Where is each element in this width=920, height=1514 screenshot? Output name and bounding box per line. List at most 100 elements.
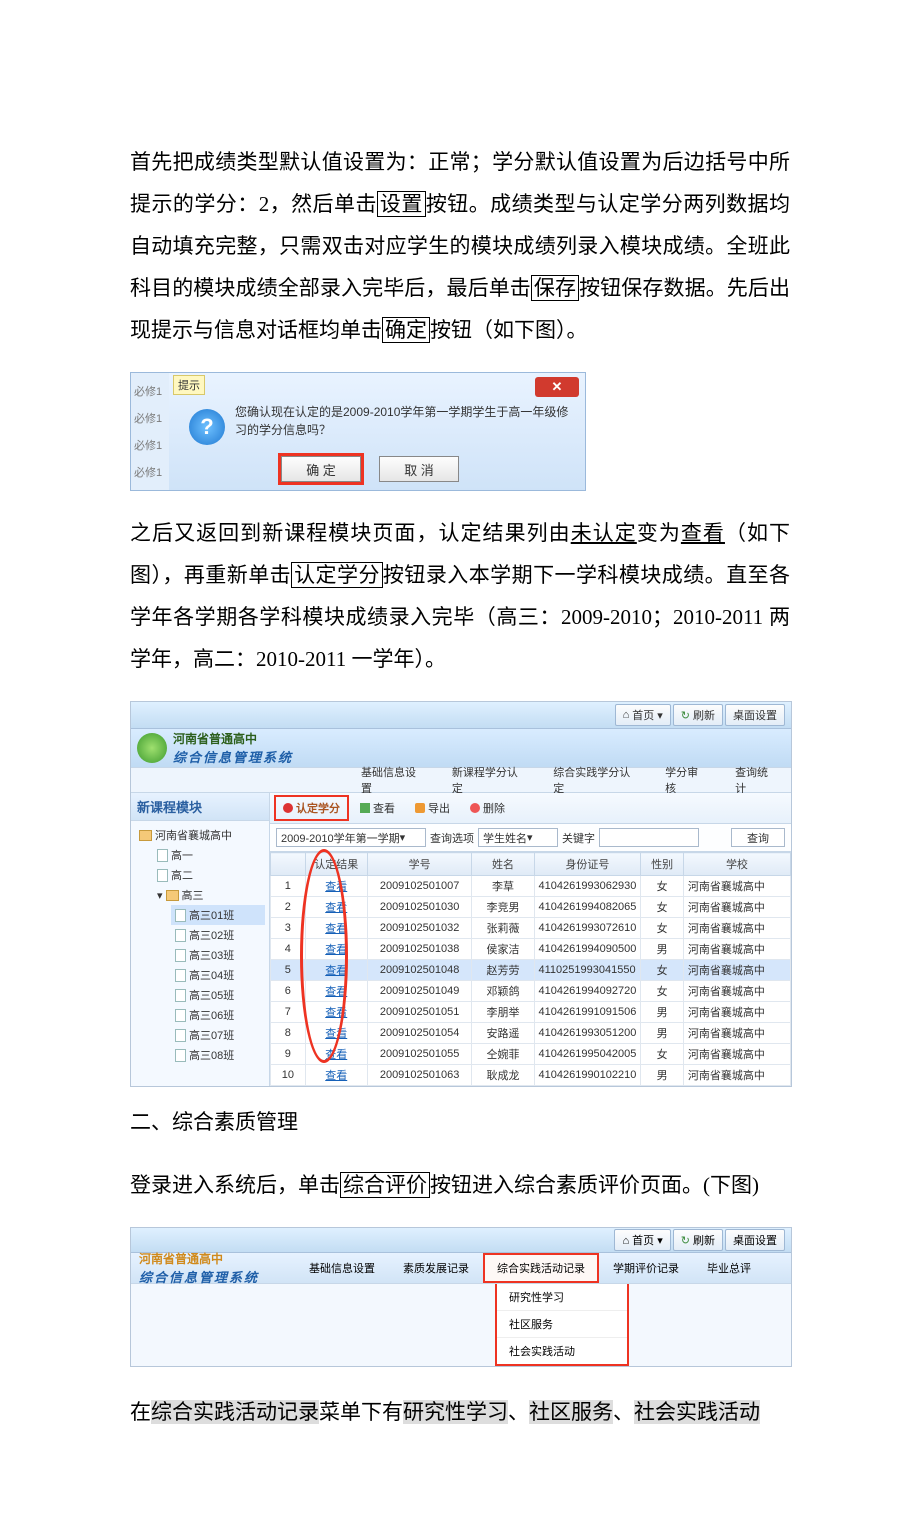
brand-line2: 综合信息管理系统: [173, 747, 293, 766]
btn-ref-ok: 确定: [382, 317, 430, 343]
refresh-icon: ↻: [681, 709, 690, 722]
export-button[interactable]: 导出: [408, 797, 457, 819]
brand-line2: 综合信息管理系统: [139, 1267, 259, 1286]
screenshot-menu-dropdown: ⌂ 首页 ▾ ↻ 刷新 桌面设置 河南省普通高中 综合信息管理系统 基础信息设置…: [130, 1227, 792, 1367]
rending-button[interactable]: 认定学分: [276, 797, 347, 819]
tree-node[interactable]: 高一: [153, 845, 265, 865]
view-button[interactable]: 查看: [353, 797, 402, 819]
dropdown-menu: 研究性学习 社区服务 社会实践活动: [495, 1284, 629, 1366]
section-heading: 二、综合素质管理: [130, 1101, 790, 1143]
btn-ref-rending: 认定学分: [291, 562, 383, 588]
table-row[interactable]: 6查看2009102501049邓颖鸽4104261994092720女河南省襄…: [271, 981, 791, 1002]
table-row[interactable]: 9查看2009102501055仝婉菲4104261995042005女河南省襄…: [271, 1044, 791, 1065]
view-link: 查看: [325, 923, 347, 935]
page-icon: [157, 849, 168, 862]
tree-root[interactable]: 河南省襄城高中: [135, 825, 265, 845]
view-link: 查看: [325, 1028, 347, 1040]
delete-icon: [470, 803, 480, 813]
table-row[interactable]: 7查看2009102501051李朋举4104261991091506男河南省襄…: [271, 1002, 791, 1023]
page-icon: [175, 1049, 186, 1062]
refresh-button[interactable]: ↻刷新: [673, 704, 723, 726]
refresh-button[interactable]: ↻ 刷新: [673, 1229, 723, 1251]
folder-icon: [166, 890, 179, 901]
tree-node[interactable]: 高三02班: [171, 925, 265, 945]
dropdown-item[interactable]: 社会实践活动: [497, 1337, 627, 1364]
home-icon: ⌂: [623, 709, 630, 721]
menu-item[interactable]: 素质发展记录: [389, 1253, 483, 1283]
view-link: 查看: [325, 965, 347, 977]
delete-button[interactable]: 删除: [463, 797, 512, 819]
dropdown-item[interactable]: 研究性学习: [497, 1284, 627, 1310]
page-icon: [175, 949, 186, 962]
table-row[interactable]: 2查看2009102501030李竞男4104261994082065女河南省襄…: [271, 897, 791, 918]
tree[interactable]: 河南省襄城高中 高一 高二 ▾高三 高三01班 高三02班 高三03班 高三04…: [131, 821, 269, 1069]
list-icon: [360, 803, 370, 813]
tree-node[interactable]: 高三08班: [171, 1045, 265, 1065]
menu-item[interactable]: 毕业总评: [693, 1253, 765, 1283]
desktop-settings-button[interactable]: 桌面设置: [725, 1229, 785, 1251]
table-row[interactable]: 10查看2009102501063耿成龙4104261990102210男河南省…: [271, 1065, 791, 1086]
para-3: 登录进入系统后，单击综合评价按钮进入综合素质评价页面。(下图): [130, 1164, 790, 1206]
menu-item[interactable]: 新课程学分认定: [438, 764, 539, 796]
main-menu: 基础信息设置 新课程学分认定 综合实践学分认定 学分审核 查询统计: [131, 767, 791, 793]
term-select[interactable]: 2009-2010学年第一学期 ▾: [276, 828, 426, 847]
desktop-settings-button[interactable]: 桌面设置: [725, 704, 785, 726]
page-icon: [175, 989, 186, 1002]
dropdown-item[interactable]: 社区服务: [497, 1310, 627, 1337]
table-row[interactable]: 4查看2009102501038侯家洁4104261994090500男河南省襄…: [271, 939, 791, 960]
tree-node[interactable]: 高二: [153, 865, 265, 885]
tree-node[interactable]: 高三05班: [171, 985, 265, 1005]
menu-item-active[interactable]: 综合实践活动记录: [483, 1253, 599, 1283]
menu-item[interactable]: 基础信息设置: [347, 764, 438, 796]
menu-item[interactable]: 学期评价记录: [599, 1253, 693, 1283]
btn-ref-save: 保存: [531, 275, 579, 301]
page-icon: [175, 969, 186, 982]
btn-ref-zonghe: 综合评价: [340, 1172, 430, 1198]
para-1: 首先把成绩类型默认值设置为：正常；学分默认值设置为后边括号中所提示的学分：2，然…: [130, 141, 790, 351]
logo-icon: [137, 733, 167, 763]
page-icon: [157, 869, 168, 882]
dialog-left-col: 必修1 必修1 必修1 必修1: [131, 373, 169, 490]
menu-item[interactable]: 学分审核: [651, 764, 721, 796]
menu-item[interactable]: 综合实践学分认定: [539, 764, 651, 796]
tree-node[interactable]: 高三04班: [171, 965, 265, 985]
result-table: 认定结果 学号 姓名 身份证号 性别 学校 1查看2009102501007李草…: [270, 852, 791, 1086]
keyword-input[interactable]: [599, 828, 699, 847]
side-header: 新课程模块: [131, 793, 269, 821]
tree-node[interactable]: ▾高三: [153, 885, 265, 905]
view-link: 查看: [325, 1049, 347, 1061]
tree-node[interactable]: 高三06班: [171, 1005, 265, 1025]
field-select[interactable]: 学生姓名 ▾: [478, 828, 558, 847]
folder-icon: [139, 830, 152, 841]
tree-node[interactable]: 高三03班: [171, 945, 265, 965]
para-4: 在综合实践活动记录菜单下有研究性学习、社区服务、社会实践活动: [130, 1391, 790, 1433]
table-row[interactable]: 5查看2009102501048赵芳劳4110251993041550女河南省襄…: [271, 960, 791, 981]
view-link: 查看: [325, 881, 347, 893]
view-link: 查看: [325, 1070, 347, 1082]
menu-item[interactable]: 查询统计: [721, 764, 791, 796]
tree-node-selected[interactable]: 高三01班: [171, 905, 265, 925]
screenshot-confirm-dialog: 必修1 必修1 必修1 必修1 提示 ✕ ? 您确认现在认定的是2009-201…: [130, 372, 586, 491]
screenshot-main-app: ⌂首页▾ ↻刷新 桌面设置 河南省普通高中 综合信息管理系统 基础信息设置 新课…: [130, 701, 792, 1087]
brand-line1: 河南省普通高中: [139, 1250, 259, 1267]
home-button[interactable]: ⌂ 首页 ▾: [614, 1229, 670, 1251]
brand-line1: 河南省普通高中: [173, 730, 293, 747]
dialog-tip-badge: 提示: [173, 375, 205, 395]
table-row[interactable]: 3查看2009102501032张莉薇4104261993072610女河南省襄…: [271, 918, 791, 939]
menu-item[interactable]: 基础信息设置: [295, 1253, 389, 1283]
table-row[interactable]: 1查看2009102501007李草4104261993062930女河南省襄城…: [271, 876, 791, 897]
view-link: 查看: [325, 1007, 347, 1019]
close-icon[interactable]: ✕: [535, 377, 579, 397]
page-icon: [175, 1009, 186, 1022]
page-icon: [175, 909, 186, 922]
search-button[interactable]: 查询: [731, 828, 785, 847]
cancel-button[interactable]: 取 消: [379, 456, 459, 482]
dropdown-icon: ▾: [657, 709, 663, 722]
dot-icon: [283, 803, 293, 813]
view-link: 查看: [325, 902, 347, 914]
ok-button[interactable]: 确 定: [281, 456, 361, 482]
table-row[interactable]: 8查看2009102501054安路遥4104261993051200男河南省襄…: [271, 1023, 791, 1044]
tree-node[interactable]: 高三07班: [171, 1025, 265, 1045]
dialog-message: 您确认现在认定的是2009-2010学年第一学期学生于高一年级修习的学分信息吗？: [235, 403, 573, 439]
home-button[interactable]: ⌂首页▾: [615, 704, 671, 726]
